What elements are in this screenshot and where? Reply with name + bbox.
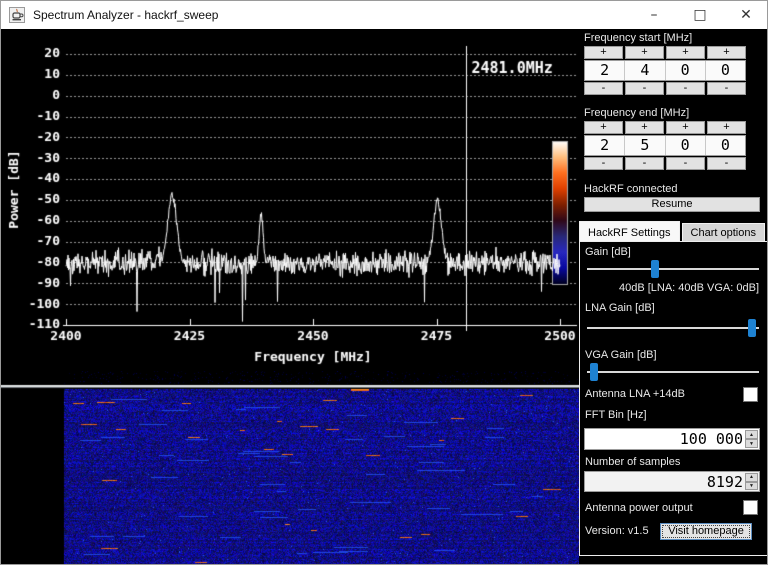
frequency-start-digit: 0 [704, 61, 745, 80]
settings-tabs: HackRF Settings Chart options [579, 220, 767, 242]
vga-slider-thumb[interactable] [590, 363, 598, 381]
frequency-end-decrement-button[interactable]: - [625, 157, 664, 170]
minimize-button[interactable]: – [631, 1, 677, 29]
fft-bin-down-icon[interactable]: ▼ [745, 439, 758, 448]
gain-slider[interactable] [587, 260, 759, 278]
frequency-end-spinner: + + + +2 5 0 0- - - - [584, 121, 746, 171]
samples-label: Number of samples [585, 456, 681, 468]
vga-gain-label: VGA Gain [dB] [585, 349, 657, 361]
hackrf-settings-panel: Gain [dB] 40dB [LNA: 40dB VGA: 0dB] LNA … [579, 241, 767, 556]
spectrum-chart[interactable] [1, 29, 579, 371]
gain-slider-thumb[interactable] [651, 260, 659, 278]
frequency-start-digit: 0 [664, 61, 705, 80]
titlebar: Spectrum Analyzer - hackrf_sweep – □ ✕ [1, 1, 767, 29]
frequency-end-increment-button[interactable]: + [707, 121, 746, 134]
frequency-end-decrement-button[interactable]: - [666, 157, 705, 170]
antenna-power-checkbox[interactable] [743, 500, 758, 515]
lna-slider-thumb[interactable] [748, 319, 756, 337]
lna-slider-track[interactable] [587, 327, 759, 329]
tab-chart-options[interactable]: Chart options [681, 223, 765, 242]
antenna-lna-checkbox[interactable] [743, 387, 758, 402]
frequency-start-decrement-button[interactable]: - [584, 82, 623, 95]
frequency-end-digit: 0 [704, 136, 745, 155]
samples-stepper: ▲ ▼ [745, 473, 758, 490]
visit-homepage-button[interactable]: Visit homepage [660, 523, 752, 540]
fft-bin-value: 100 000 [679, 430, 743, 448]
resume-button[interactable]: Resume [584, 197, 760, 212]
frequency-start-increment-button[interactable]: + [666, 46, 705, 59]
frequency-start-decrement-button[interactable]: - [666, 82, 705, 95]
lna-gain-label: LNA Gain [dB] [585, 302, 655, 314]
maximize-button[interactable]: □ [677, 1, 723, 29]
antenna-power-label: Antenna power output [585, 502, 693, 514]
lna-gain-slider[interactable] [587, 319, 759, 337]
frequency-start-digit: 2 [600, 61, 610, 79]
samples-up-icon[interactable]: ▲ [745, 473, 758, 482]
vga-slider-track[interactable] [587, 371, 759, 373]
frequency-end-digit: 2 [600, 136, 610, 154]
waterfall-display [1, 371, 579, 564]
vga-gain-slider[interactable] [587, 363, 759, 381]
frequency-end-digit: 5 [624, 136, 664, 155]
connection-status-text: HackRF connected [584, 183, 678, 195]
frequency-end-increment-button[interactable]: + [584, 121, 623, 134]
samples-field[interactable]: 8192 ▲ ▼ [584, 471, 760, 492]
frequency-end-increment-button[interactable]: + [625, 121, 664, 134]
gain-slider-track[interactable] [587, 268, 759, 270]
frequency-start-increment-button[interactable]: + [625, 46, 664, 59]
samples-value: 8192 [706, 472, 743, 491]
frequency-start-increment-button[interactable]: + [707, 46, 746, 59]
frequency-end-increment-button[interactable]: + [666, 121, 705, 134]
java-app-icon [9, 7, 25, 23]
frequency-start-decrement-button[interactable]: - [707, 82, 746, 95]
frequency-start-label: Frequency start [MHz] [584, 32, 693, 44]
frequency-start-digit: 4 [624, 61, 664, 80]
fft-bin-up-icon[interactable]: ▲ [745, 430, 758, 439]
frequency-start-increment-button[interactable]: + [584, 46, 623, 59]
tab-hackrf-settings[interactable]: HackRF Settings [579, 221, 680, 242]
gain-label: Gain [dB] [585, 246, 631, 258]
frequency-end-decrement-button[interactable]: - [584, 157, 623, 170]
frequency-start-spinner: + + + +2 4 0 0- - - - [584, 46, 746, 96]
close-button[interactable]: ✕ [723, 1, 767, 29]
gain-value-text: 40dB [LNA: 40dB VGA: 0dB] [618, 282, 759, 294]
fft-bin-field[interactable]: 100 000 ▲ ▼ [584, 428, 760, 450]
frequency-end-decrement-button[interactable]: - [707, 157, 746, 170]
antenna-lna-label: Antenna LNA +14dB [585, 388, 685, 400]
fft-bin-stepper: ▲ ▼ [745, 430, 758, 448]
window-title: Spectrum Analyzer - hackrf_sweep [33, 8, 219, 22]
window-controls: – □ ✕ [631, 1, 767, 29]
frequency-end-digit: 0 [664, 136, 705, 155]
fft-bin-label: FFT Bin [Hz] [585, 409, 647, 421]
version-label: Version: v1.5 [585, 525, 649, 537]
spectrum-analyzer-window: Spectrum Analyzer - hackrf_sweep – □ ✕ F… [0, 0, 768, 565]
frequency-end-label: Frequency end [MHz] [584, 107, 690, 119]
frequency-start-decrement-button[interactable]: - [625, 82, 664, 95]
samples-down-icon[interactable]: ▼ [745, 481, 758, 490]
